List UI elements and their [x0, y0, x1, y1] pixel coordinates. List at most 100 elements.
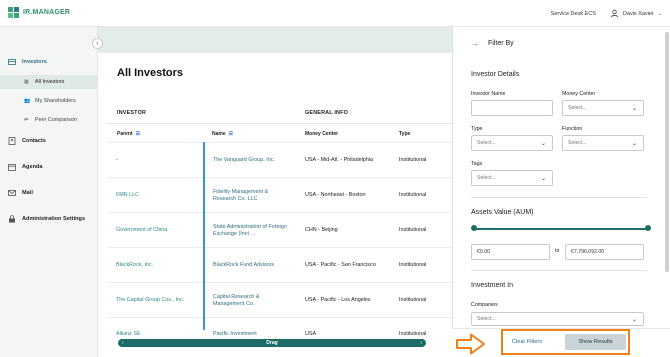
- chevron-down-icon: ⌄: [631, 316, 637, 323]
- user-icon: [610, 9, 618, 18]
- chevron-left-icon[interactable]: ‹: [122, 340, 124, 346]
- cell-money-center: USA - Pacific - San Francisco: [305, 262, 376, 268]
- select-placeholder: Select...: [477, 140, 496, 146]
- function-label: Function: [562, 126, 583, 132]
- cell-name[interactable]: Pacific Investment: [213, 318, 291, 338]
- table-row[interactable]: - The Vanguard Group, Inc. USA - Mid-Atl…: [108, 142, 452, 177]
- select-placeholder: Select...: [568, 105, 587, 111]
- cell-name[interactable]: Capital Research & Management Co.: [213, 283, 291, 318]
- cell-money-center: USA - Pacific - Los Angeles: [305, 297, 371, 303]
- sidebar-item-label: Investors: [22, 59, 47, 65]
- logo-mark-icon: [8, 7, 19, 18]
- chevron-down-icon: ⌄: [657, 10, 662, 17]
- cell-type: Institutional: [399, 227, 427, 233]
- slider-min-handle[interactable]: [471, 225, 477, 231]
- cell-name[interactable]: Fidelity Management & Research Co. LLC: [213, 178, 291, 213]
- cell-parent[interactable]: Government of China: [116, 213, 200, 248]
- sidebar-item-label: Agenda: [22, 164, 43, 170]
- column-label: Type: [399, 131, 411, 137]
- sidebar-item-my-shareholders[interactable]: 👥 My Shareholders: [0, 94, 98, 108]
- cell-type: Institutional: [399, 331, 427, 337]
- investors-icon: [8, 58, 16, 66]
- grid-icon: ▦: [24, 79, 29, 85]
- sort-icon[interactable]: ☰: [136, 131, 140, 137]
- cell-parent[interactable]: Allianz SE: [116, 318, 200, 338]
- select-placeholder: Select...: [477, 316, 496, 322]
- table-row[interactable]: BlackRock, Inc. BlackRock Fund Advisors …: [108, 247, 452, 282]
- cell-money-center: USA - Northeast - Boston: [305, 192, 366, 198]
- sidebar-item-agenda[interactable]: Agenda: [0, 160, 98, 174]
- tags-select[interactable]: Select... ⌄: [471, 170, 553, 186]
- column-header-parent[interactable]: Parent ☰: [117, 127, 140, 141]
- sidebar-item-all-investors[interactable]: ▦ All Investors: [0, 75, 98, 89]
- select-placeholder: Select...: [477, 175, 496, 181]
- collapse-sidebar-button[interactable]: ‹: [92, 38, 103, 49]
- companies-select[interactable]: Select... ⌄: [471, 312, 644, 326]
- page-title: All Investors: [117, 67, 184, 79]
- column-header-money-center[interactable]: Money Center: [305, 127, 338, 141]
- sort-icon[interactable]: ☰: [229, 131, 233, 137]
- cell-name[interactable]: State Administration of Foreign Exchange…: [213, 213, 291, 248]
- cell-parent[interactable]: FMR LLC: [116, 178, 200, 213]
- section-investment-in: Investment In: [471, 282, 514, 289]
- table-row[interactable]: The Capital Group Cos., Inc. Capital Res…: [108, 282, 452, 317]
- mail-icon: [8, 189, 16, 197]
- select-placeholder: Select...: [568, 140, 587, 146]
- filter-title: Filter By: [488, 39, 514, 47]
- chevron-left-icon: ‹: [96, 40, 99, 47]
- range-to-label: to: [555, 248, 560, 254]
- service-desk-label[interactable]: Service Desk ECS: [551, 11, 596, 17]
- column-header-type[interactable]: Type: [399, 127, 410, 141]
- table-row[interactable]: FMR LLC Fidelity Management & Research C…: [108, 177, 452, 212]
- section-divider: [471, 270, 647, 271]
- sidebar-item-contacts[interactable]: Contacts: [0, 134, 98, 148]
- arrow-right-icon[interactable]: →: [471, 39, 479, 48]
- user-menu[interactable]: Davis Xavier ⌄: [610, 9, 662, 18]
- app-logo[interactable]: IR.MANAGER: [8, 7, 70, 18]
- cell-type: Institutional: [399, 297, 427, 303]
- sidebar-item-label: Mail: [22, 190, 33, 196]
- investor-name-label: Investor Name: [471, 91, 506, 97]
- cell-money-center: USA: [305, 331, 317, 337]
- assets-max-input[interactable]: €7,796,092.00: [565, 244, 644, 260]
- top-header: IR.MANAGER Service Desk ECS Davis Xavier…: [0, 0, 670, 27]
- investor-name-input[interactable]: [471, 100, 553, 116]
- money-center-select[interactable]: Select... ⌄: [562, 100, 644, 116]
- filter-panel-header: → Filter By: [453, 27, 670, 59]
- column-label: Name: [212, 131, 226, 137]
- chevron-down-icon: ⌄: [631, 140, 637, 147]
- chevron-right-icon[interactable]: ›: [420, 340, 422, 346]
- assets-range-slider[interactable]: [474, 228, 648, 230]
- clear-filters-button[interactable]: Clear Filters: [503, 335, 551, 349]
- chevron-down-icon: ⌄: [540, 140, 546, 147]
- function-select[interactable]: Select... ⌄: [562, 135, 644, 151]
- people-icon: 👥: [24, 98, 31, 104]
- section-assets-value: Assets Value (AUM): [471, 209, 534, 216]
- sidebar-sub-label: Peer Comparison: [35, 117, 77, 123]
- column-header-name[interactable]: Name ☰: [212, 127, 233, 141]
- sidebar-item-administration-settings[interactable]: Administration Settings: [0, 212, 98, 226]
- sidebar-item-mail[interactable]: Mail: [0, 186, 98, 200]
- chevron-down-icon: ⌄: [631, 105, 637, 112]
- panel-scrollbar[interactable]: [665, 32, 669, 272]
- main-top-band: [98, 27, 452, 53]
- type-select[interactable]: Select... ⌄: [471, 135, 553, 151]
- horizontal-scrollbar[interactable]: ‹ Drag ›: [118, 339, 426, 347]
- tags-label: Tags: [471, 161, 483, 167]
- cell-money-center: USA - Mid-Atl. - Philadelphia: [305, 157, 374, 163]
- sidebar-sub-label: My Shareholders: [35, 98, 76, 104]
- user-name: Davis Xavier: [622, 10, 654, 17]
- cell-name[interactable]: The Vanguard Group, Inc.: [213, 143, 291, 178]
- table-row[interactable]: Government of China State Administration…: [108, 212, 452, 247]
- cell-type: Institutional: [399, 262, 427, 268]
- cell-parent[interactable]: BlackRock, Inc.: [116, 248, 200, 283]
- sidebar-item-investors[interactable]: Investors: [0, 55, 98, 69]
- table-row[interactable]: Allianz SE Pacific Investment USA Instit…: [108, 317, 452, 337]
- sidebar-item-peer-comparison[interactable]: ⇄ Peer Comparison: [0, 113, 98, 127]
- cell-name[interactable]: BlackRock Fund Advisors: [213, 248, 291, 283]
- assets-min-input[interactable]: €0.00: [471, 244, 550, 260]
- slider-max-handle[interactable]: [645, 225, 651, 231]
- cell-parent[interactable]: The Capital Group Cos., Inc.: [116, 283, 200, 318]
- show-results-button[interactable]: Show Results: [565, 334, 626, 350]
- sidebar-sub-label: All Investors: [35, 79, 65, 85]
